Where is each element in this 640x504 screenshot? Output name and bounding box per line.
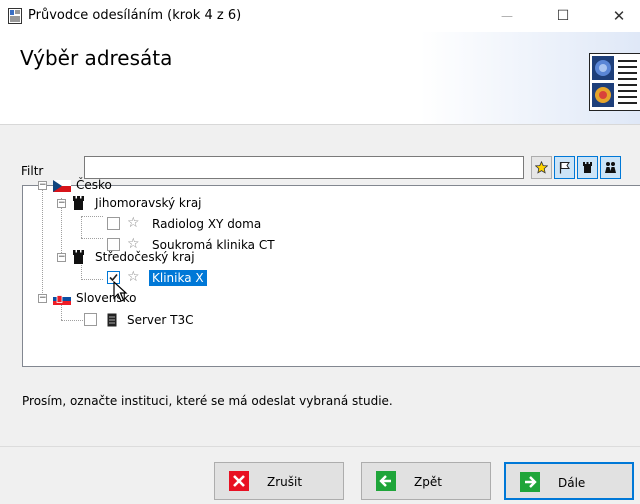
cancel-icon xyxy=(229,471,249,491)
tree-label-klinika-x: Klinika X xyxy=(149,270,207,286)
collapse-icon[interactable]: − xyxy=(38,294,47,303)
collapse-icon[interactable]: − xyxy=(38,181,47,190)
tower-icon xyxy=(73,196,84,210)
maximize-icon: ☐ xyxy=(556,8,570,24)
slovak-flag-icon xyxy=(53,293,71,305)
tree-node-cesko[interactable]: − Česko xyxy=(23,174,323,194)
arrow-right-icon xyxy=(520,472,540,492)
institution-tree[interactable]: − Česko − Jihomoravský kraj ☆ Radiolog X… xyxy=(22,178,640,367)
instruction-text: Prosím, označte instituci, které se má o… xyxy=(22,394,393,408)
minimize-button[interactable]: — xyxy=(484,0,530,32)
tree-label-radiolog: Radiolog XY doma xyxy=(152,217,262,231)
star-outline-icon[interactable]: ☆ xyxy=(127,215,140,231)
group-filter-button[interactable] xyxy=(600,156,621,179)
tree-node-stredocesky[interactable]: − Středočeský kraj xyxy=(23,248,323,268)
document-scan-icon xyxy=(589,53,640,111)
back-button[interactable]: Zpět xyxy=(361,462,491,500)
window-title: Průvodce odesíláním (krok 4 z 6) xyxy=(28,8,242,23)
tower-filter-button[interactable] xyxy=(577,156,598,179)
star-icon xyxy=(535,161,548,174)
collapse-icon[interactable]: − xyxy=(57,199,66,208)
tower-icon xyxy=(583,162,592,173)
tree-label-cesko: Česko xyxy=(76,178,112,192)
checkbox[interactable] xyxy=(84,313,97,326)
tree-label-stredocesky: Středočeský kraj xyxy=(95,250,195,264)
tower-icon xyxy=(73,250,84,264)
flag-icon xyxy=(559,162,570,174)
close-icon: ✕ xyxy=(612,7,626,25)
collapse-icon[interactable]: − xyxy=(57,253,66,262)
tree-node-server[interactable]: Server T3C xyxy=(23,310,323,330)
tree-label-server: Server T3C xyxy=(127,313,194,327)
tree-label-jihomoravsky: Jihomoravský kraj xyxy=(95,196,202,210)
next-button[interactable]: Dále xyxy=(504,462,634,500)
flag-filter-button[interactable] xyxy=(554,156,575,179)
close-button[interactable]: ✕ xyxy=(596,0,640,32)
group-icon xyxy=(605,162,616,173)
next-label: Dále xyxy=(558,476,586,490)
app-icon xyxy=(8,8,22,24)
star-filter-button[interactable] xyxy=(531,156,552,179)
cancel-label: Zrušit xyxy=(267,475,303,489)
mouse-cursor-icon xyxy=(113,281,128,302)
maximize-button[interactable]: ☐ xyxy=(540,0,586,32)
tree-node-slovensko[interactable]: − Slovensko xyxy=(23,289,323,309)
minimize-icon: — xyxy=(501,9,513,23)
tree-node-jihomoravsky[interactable]: − Jihomoravský kraj xyxy=(23,194,323,214)
cancel-button[interactable]: Zrušit xyxy=(214,462,344,500)
arrow-left-icon xyxy=(376,471,396,491)
server-icon xyxy=(107,313,117,327)
title-bar: Průvodce odesíláním (krok 4 z 6) — ☐ ✕ xyxy=(0,0,640,32)
checkbox[interactable] xyxy=(107,217,120,230)
back-label: Zpět xyxy=(414,475,442,489)
tree-node-radiolog[interactable]: ☆ Radiolog XY doma xyxy=(23,215,323,235)
tree-node-klinika-x[interactable]: ☆ Klinika X xyxy=(23,269,323,289)
page-title: Výběr adresáta xyxy=(20,46,173,70)
czech-flag-icon xyxy=(53,180,71,192)
